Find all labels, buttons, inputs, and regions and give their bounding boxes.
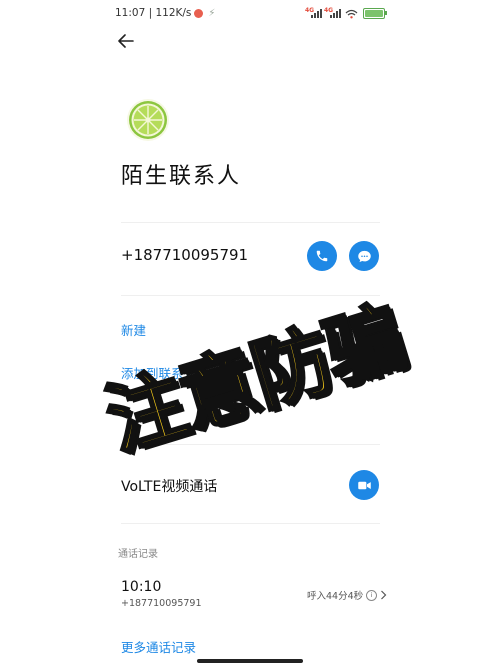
call-log-title: 通话记录 bbox=[118, 549, 158, 560]
info-icon: i bbox=[366, 589, 378, 601]
new-contact-link[interactable]: 新建 bbox=[121, 320, 146, 339]
call-detail[interactable]: 呼入44分4秒 i bbox=[307, 588, 387, 602]
call-time: 10:10 bbox=[121, 579, 162, 595]
divider bbox=[121, 523, 380, 524]
battery-icon bbox=[363, 8, 387, 19]
avatar bbox=[127, 99, 169, 141]
signal-icon-2: 4G bbox=[324, 7, 341, 18]
phone-number[interactable]: +187710095791 bbox=[121, 246, 248, 264]
home-indicator[interactable] bbox=[197, 659, 303, 663]
back-button[interactable] bbox=[115, 30, 137, 52]
divider bbox=[121, 295, 380, 296]
flash-icon: ⚡ bbox=[208, 7, 216, 19]
status-right: 4G 4G bbox=[305, 7, 387, 19]
divider bbox=[121, 222, 380, 223]
wifi-icon bbox=[345, 9, 358, 18]
alarm-icon bbox=[194, 8, 204, 18]
signal-icon: 4G bbox=[305, 7, 322, 18]
call-number: +187710095791 bbox=[121, 598, 202, 609]
battery-fill bbox=[365, 10, 383, 17]
add-to-contact-link[interactable]: 添加到联系人 bbox=[121, 363, 196, 382]
volte-label: VoLTE视频通话 bbox=[121, 479, 218, 495]
phone-icon bbox=[316, 250, 328, 262]
more-call-log-link[interactable]: 更多通话记录 bbox=[121, 637, 196, 656]
arrow-left-icon bbox=[118, 34, 134, 48]
video-camera-icon bbox=[357, 481, 371, 489]
call-duration: 呼入44分4秒 bbox=[307, 591, 364, 602]
lime-slice-icon bbox=[129, 101, 167, 139]
contact-name: 陌生联系人 bbox=[121, 164, 242, 189]
call-button[interactable] bbox=[307, 241, 337, 271]
chat-bubble-icon bbox=[357, 250, 371, 262]
status-left: 11:07 | 112K/s ⚡ bbox=[115, 7, 215, 19]
message-button[interactable] bbox=[349, 241, 379, 271]
status-time-speed: 11:07 | 112K/s bbox=[115, 7, 192, 19]
divider bbox=[121, 444, 380, 445]
chevron-right-icon bbox=[381, 590, 387, 600]
video-call-button[interactable] bbox=[349, 470, 379, 500]
status-bar: 11:07 | 112K/s ⚡ 4G 4G bbox=[0, 0, 500, 28]
